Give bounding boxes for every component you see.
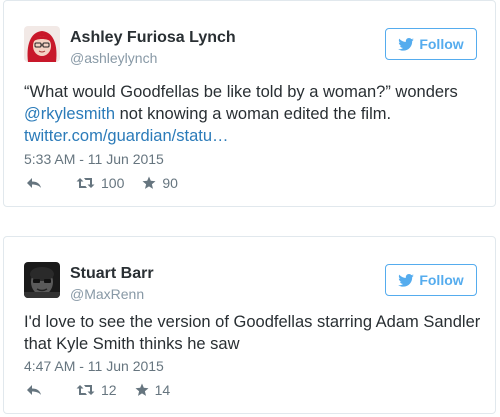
mention-link[interactable]: @rkylesmith	[24, 105, 115, 123]
reply-icon	[27, 385, 41, 395]
follow-button[interactable]: Follow	[385, 28, 477, 60]
retweet-button[interactable]: 12	[76, 382, 117, 398]
tweet-card: Stuart Barr @MaxRenn Follow I'd love to …	[3, 236, 496, 414]
retweet-count: 12	[101, 382, 117, 398]
avatar[interactable]	[24, 262, 60, 298]
user-handle[interactable]: @ashleylynch	[70, 50, 157, 66]
retweet-icon	[76, 385, 95, 395]
tweet-text-line: “What would Goodfellas be like told by a…	[24, 83, 458, 101]
display-name[interactable]: Ashley Furiosa Lynch	[70, 29, 236, 47]
timestamp[interactable]: 4:47 AM - 11 Jun 2015	[24, 358, 164, 374]
retweet-icon	[76, 178, 95, 188]
favorite-button[interactable]: 14	[135, 382, 171, 398]
tweet-card: Ashley Furiosa Lynch @ashleylynch Follow…	[3, 0, 496, 207]
follow-label: Follow	[419, 272, 464, 288]
favorite-button[interactable]: 90	[142, 175, 178, 191]
avatar[interactable]	[24, 26, 60, 62]
tweet-text-line: that Kyle Smith thinks he saw	[24, 335, 240, 353]
reply-button[interactable]	[26, 384, 42, 396]
reply-icon	[27, 178, 41, 188]
tweet-text: “What would Goodfellas be like told by a…	[24, 81, 484, 147]
tweet-actions: 12 14	[26, 382, 170, 398]
tweet-text: I'd love to see the version of Goodfella…	[24, 311, 484, 355]
twitter-bird-icon	[398, 37, 415, 51]
tweet-text-fragment: not knowing a woman edited the film.	[115, 105, 392, 123]
tweet-url-link[interactable]: twitter.com/guardian/statu…	[24, 125, 484, 147]
follow-label: Follow	[419, 36, 464, 52]
favorite-count: 14	[154, 382, 171, 398]
tweet-text-line: I'd love to see the version of Goodfella…	[24, 313, 481, 331]
retweet-count: 100	[101, 175, 125, 191]
user-handle[interactable]: @MaxRenn	[70, 286, 144, 302]
reply-button[interactable]	[26, 177, 42, 189]
display-name[interactable]: Stuart Barr	[70, 265, 154, 283]
star-icon	[135, 383, 149, 396]
timestamp[interactable]: 5:33 AM - 11 Jun 2015	[24, 151, 164, 167]
tweet-text-line: @rkylesmith not knowing a woman edited t…	[24, 103, 484, 125]
star-icon	[142, 176, 156, 189]
retweet-button[interactable]: 100	[76, 175, 124, 191]
favorite-count: 90	[162, 175, 178, 191]
tweet-actions: 100 90	[26, 175, 178, 191]
twitter-bird-icon	[398, 273, 415, 287]
follow-button[interactable]: Follow	[385, 264, 477, 296]
